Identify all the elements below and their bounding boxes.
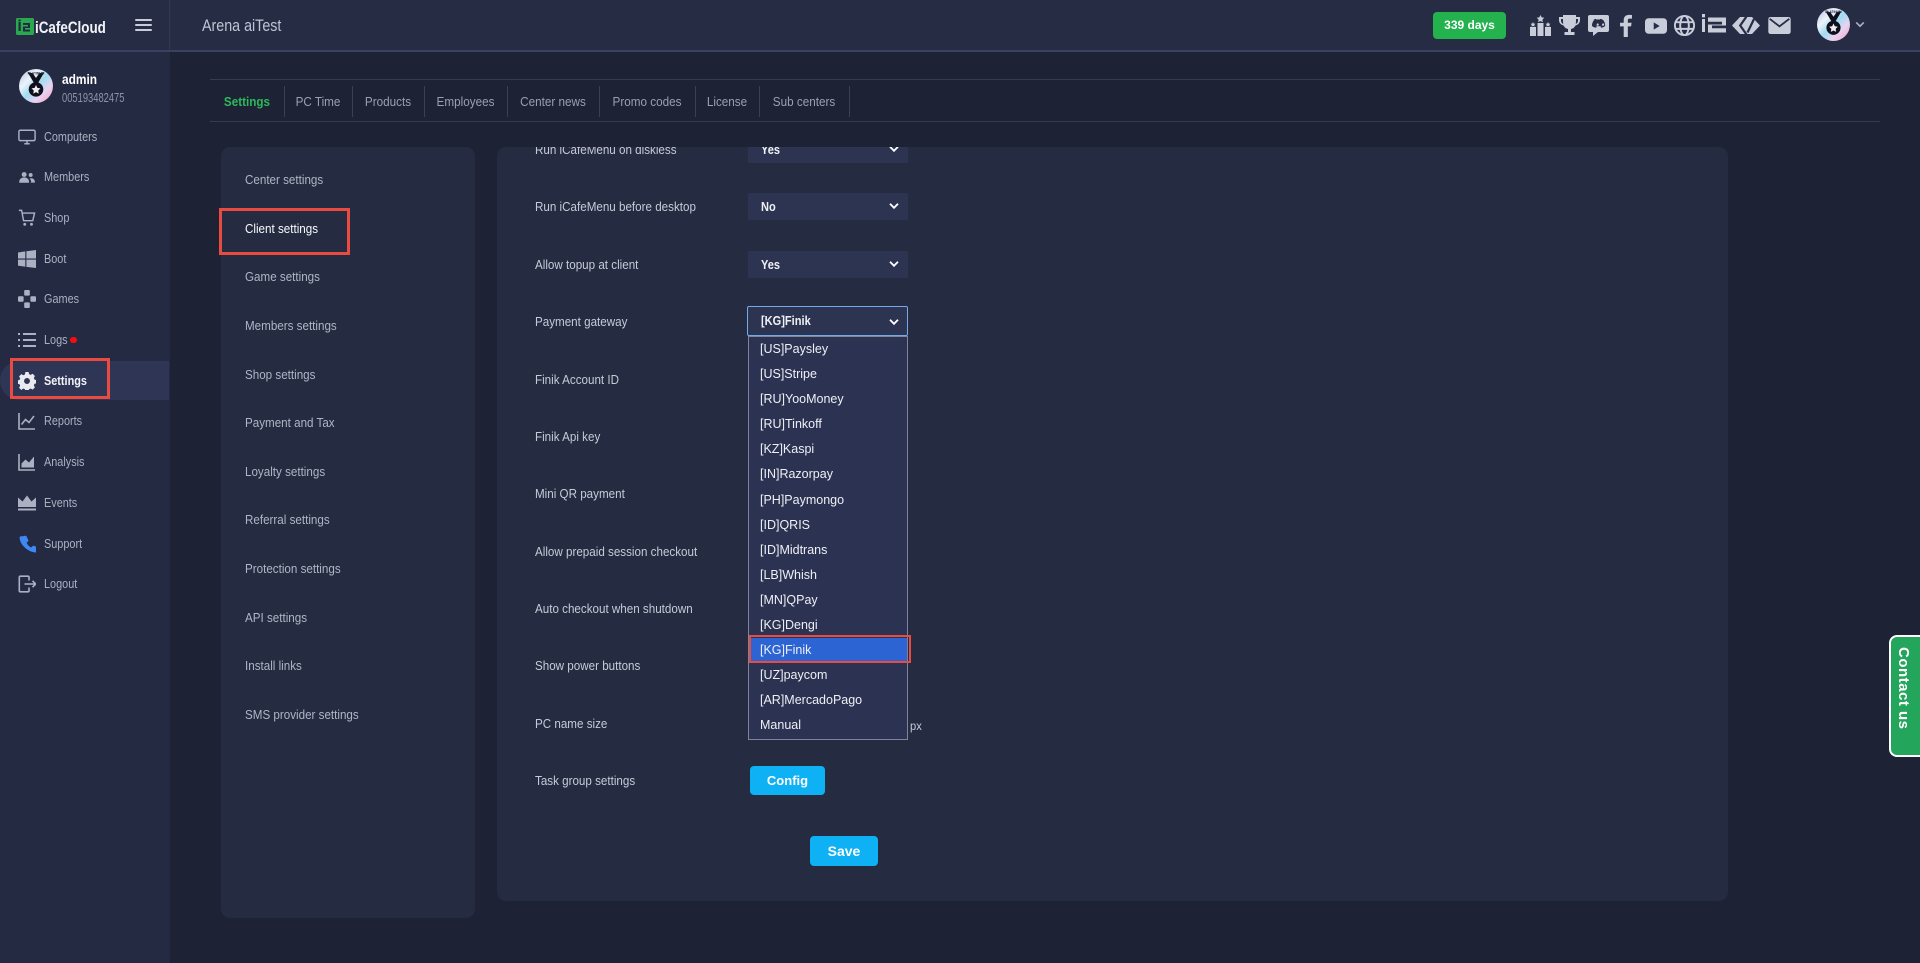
svg-text:PLATINUM: PLATINUM	[1825, 10, 1842, 14]
svg-text:PLATINUM: PLATINUM	[28, 71, 45, 75]
